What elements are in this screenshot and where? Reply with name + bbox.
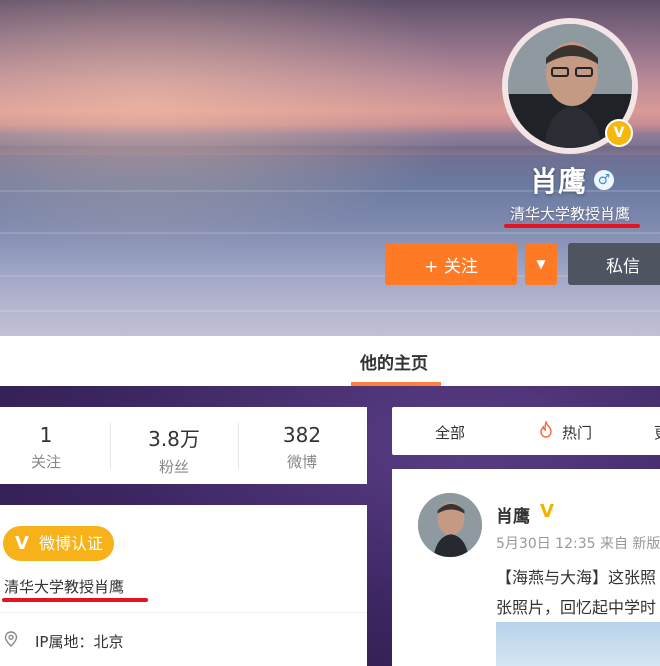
stat-divider — [110, 423, 111, 469]
location-pin-icon — [4, 631, 18, 647]
post-author-avatar[interactable] — [418, 493, 482, 557]
filter-tab-more[interactable]: 更 — [654, 422, 660, 443]
feed-filter-bar — [392, 407, 660, 455]
post-author-name[interactable]: 肖鹰 — [496, 502, 530, 527]
stat-divider — [238, 423, 239, 469]
profile-bio: 清华大学教授肖鹰 — [510, 205, 631, 223]
stat-posts[interactable]: 382 微博 — [256, 407, 348, 484]
male-gender-icon: ♂ — [594, 170, 614, 190]
verified-badge-label: 微博认证 — [39, 534, 104, 553]
red-underline-annotation — [504, 224, 640, 228]
stats-card: 1 关注 3.8万 粉丝 382 微博 — [0, 407, 367, 484]
stat-label: 微博 — [286, 453, 317, 471]
post-text-line: 张照片，回忆起中学时 — [496, 598, 657, 617]
cover-wave — [0, 232, 660, 234]
stat-label: 关注 — [30, 453, 61, 471]
cover-wave — [0, 275, 660, 277]
follow-button-label: 关注 — [443, 256, 478, 277]
verified-v-icon: V — [15, 533, 29, 554]
chevron-down-icon: ▼ — [536, 257, 546, 271]
stat-value: 382 — [282, 423, 322, 447]
fire-icon — [540, 421, 552, 438]
profile-name: 肖鹰 — [530, 165, 587, 198]
follow-options-dropdown[interactable]: ▼ — [525, 243, 557, 285]
tab-home[interactable]: 他的主页 — [360, 349, 428, 374]
ip-location: IP属地：北京 — [35, 633, 124, 651]
follow-button[interactable]: + 关注 — [385, 243, 517, 285]
verified-v-icon: V — [540, 501, 554, 522]
message-button[interactable]: 私信 — [568, 243, 660, 285]
stat-value: 3.8万 — [148, 427, 200, 451]
avatar-portrait-image — [418, 493, 482, 557]
post-image[interactable] — [496, 622, 660, 666]
profile-tab-bar — [0, 336, 660, 386]
stat-value: 1 — [39, 423, 53, 447]
stat-followers[interactable]: 3.8万 粉丝 — [128, 407, 220, 484]
verified-badge-icon: V — [605, 119, 633, 147]
divider — [0, 612, 367, 613]
plus-icon: + — [424, 256, 439, 277]
post-meta: 5月30日 12:35 来自 新版 — [496, 536, 660, 552]
stat-label: 粉丝 — [158, 458, 189, 476]
filter-tab-hot[interactable]: 热门 — [562, 422, 592, 443]
red-underline-annotation — [2, 598, 148, 602]
cover-wave — [0, 310, 660, 312]
verified-title: 清华大学教授肖鹰 — [4, 578, 125, 596]
post-text: 【海燕与大海】这张照 张照片，回忆起中学时 — [496, 563, 660, 623]
filter-tab-all[interactable]: 全部 — [435, 422, 465, 443]
post-text-line: 【海燕与大海】这张照 — [496, 568, 657, 587]
weibo-verified-badge[interactable]: V 微博认证 — [3, 526, 114, 561]
stat-following[interactable]: 1 关注 — [0, 407, 92, 484]
